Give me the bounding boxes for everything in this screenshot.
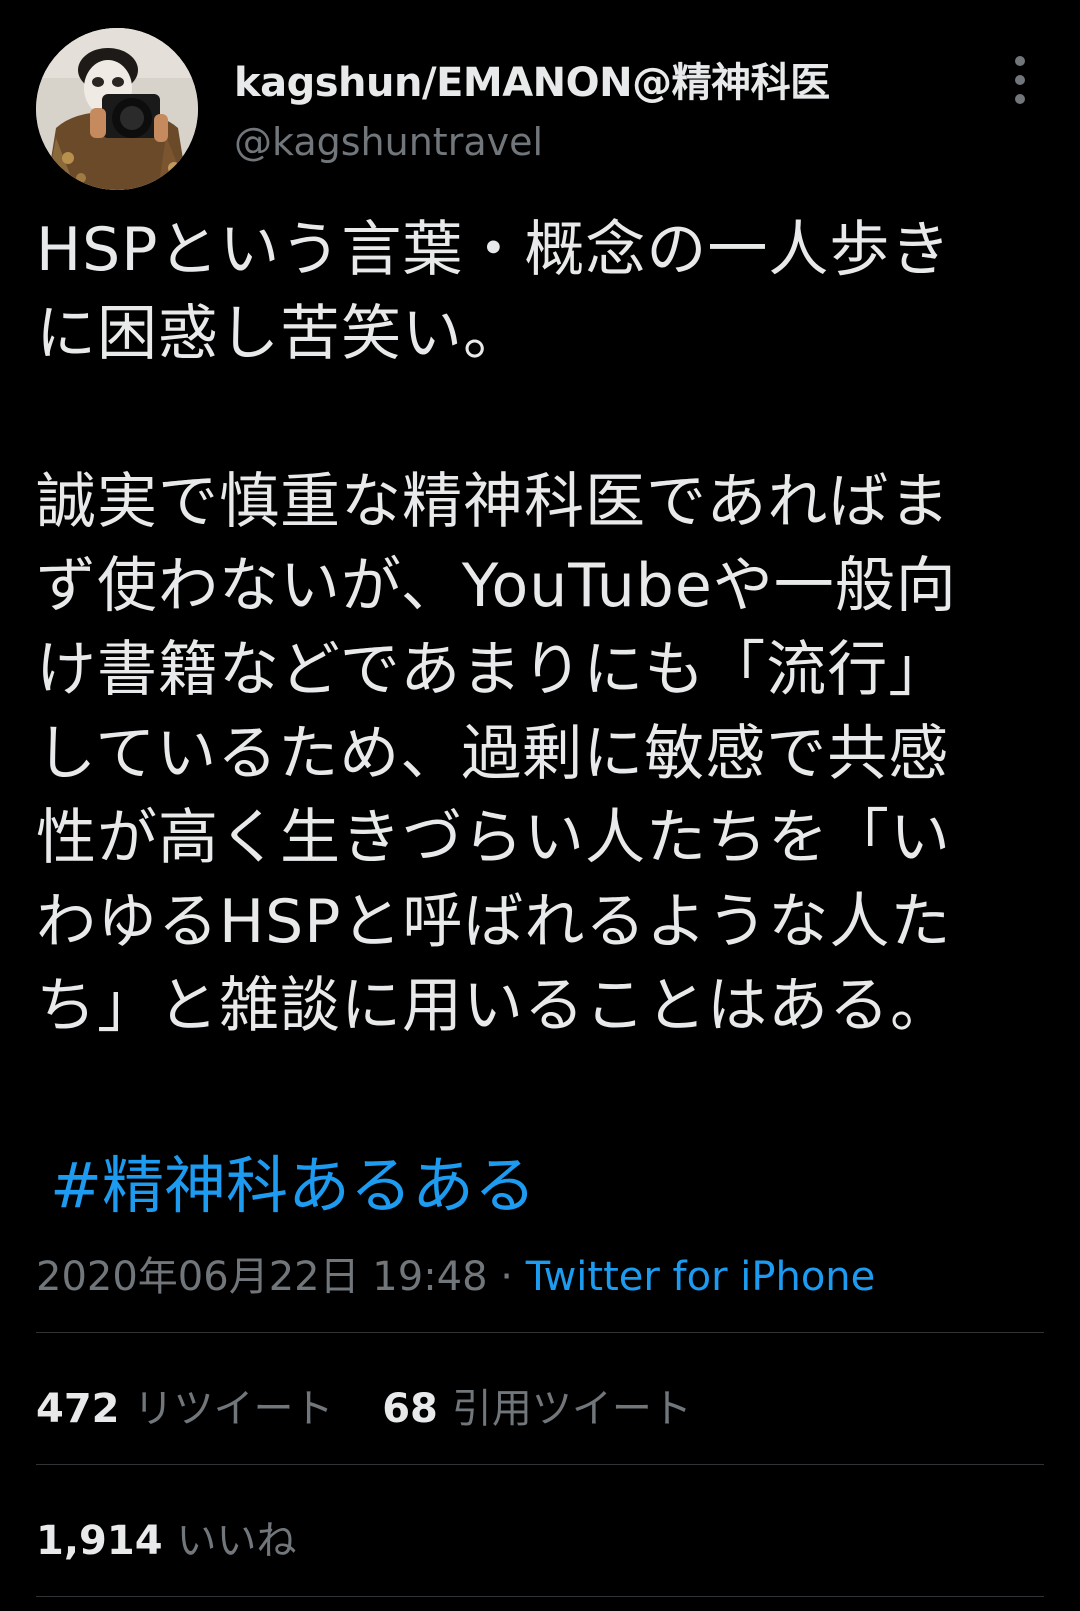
tweet-text-line: わゆるHSPと呼ばれるような人た: [36, 887, 952, 957]
likes-label: いいね: [176, 1518, 297, 1564]
tweet-timestamp[interactable]: 2020年06月22日 19:48: [36, 1254, 488, 1300]
author-handle[interactable]: @kagshuntravel: [234, 120, 543, 164]
retweet-stats-row: 472 リツイート 68 引用ツイート: [36, 1376, 728, 1434]
tweet-meta: 2020年06月22日 19:48 · Twitter for iPhone: [36, 1244, 875, 1302]
quotes-stat[interactable]: 68 引用ツイート: [382, 1386, 692, 1432]
divider: [36, 1596, 1044, 1597]
tweet-text-line: HSPという言葉・概念の一人歩き: [36, 215, 952, 285]
likes-stats-row: 1,914 いいね: [36, 1508, 333, 1566]
tweet-text-line: ず使わないが、YouTubeや一般向: [36, 551, 957, 621]
tweet-source-link[interactable]: Twitter for iPhone: [526, 1254, 876, 1300]
retweets-label: リツイート: [133, 1386, 334, 1432]
tweet-text-line: 性が高く生きづらい人たちを「い: [36, 803, 951, 873]
divider: [36, 1332, 1044, 1333]
tweet-text-line: に困惑し苦笑い。: [36, 299, 524, 369]
meta-separator: ·: [487, 1254, 526, 1300]
quotes-count: 68: [382, 1386, 438, 1432]
retweets-stat[interactable]: 472 リツイート: [36, 1386, 334, 1432]
hashtag-link[interactable]: #精神科あるある: [50, 1144, 536, 1228]
retweets-count: 472: [36, 1386, 120, 1432]
tweet-text-line: け書籍などであまりにも「流行」: [36, 635, 950, 705]
avatar[interactable]: [36, 28, 198, 190]
tweet-header: kagshun/EMANON@精神科医 @kagshuntravel: [0, 0, 1080, 200]
tweet-text-line: 誠実で慎重な精神科医であればま: [36, 467, 951, 537]
tweet-text-line: しているため、過剰に敏感で共感: [36, 719, 950, 789]
likes-count: 1,914: [36, 1518, 163, 1564]
quotes-label: 引用ツイート: [451, 1386, 692, 1432]
tweet-text: HSPという言葉・概念の一人歩き に困惑し苦笑い。 誠実で慎重な精神科医であれば…: [36, 208, 1046, 1048]
tweet-text-line: ち」と雑談に用いることはある。: [36, 971, 951, 1041]
user-avatar-photo: [36, 28, 198, 190]
more-vertical-icon[interactable]: [1000, 50, 1040, 110]
likes-stat[interactable]: 1,914 いいね: [36, 1518, 297, 1564]
author-display-name[interactable]: kagshun/EMANON@精神科医: [234, 50, 830, 108]
divider: [36, 1464, 1044, 1465]
